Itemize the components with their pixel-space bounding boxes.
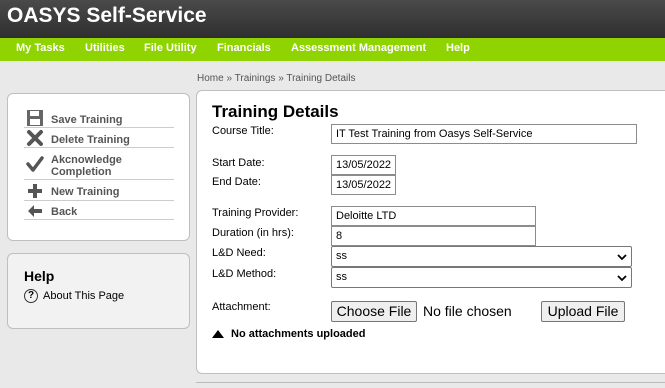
delete-training-label: Delete Training — [51, 134, 130, 146]
delete-icon — [27, 130, 43, 146]
delete-training-button[interactable]: Delete Training — [24, 129, 174, 148]
save-training-label: Save Training — [51, 114, 123, 126]
training-provider-label: Training Provider: — [212, 207, 299, 219]
duration-field[interactable]: 8 — [331, 226, 536, 246]
attachment-label: Attachment: — [212, 301, 271, 313]
breadcrumb-separator: » — [278, 73, 284, 84]
save-icon — [27, 110, 43, 126]
nav-item-utilities[interactable]: Utilities — [85, 42, 125, 54]
breadcrumb: Home » Trainings » Training Details — [197, 73, 355, 84]
course-title-field[interactable]: IT Test Training from Oasys Self-Service — [331, 124, 637, 144]
start-date-field[interactable]: 13/05/2022 — [331, 155, 396, 175]
save-training-button[interactable]: Save Training — [24, 109, 174, 128]
breadcrumb-home[interactable]: Home — [197, 73, 224, 84]
course-title-label: Course Title: — [212, 125, 274, 137]
plus-icon — [28, 184, 42, 198]
duration-label: Duration (in hrs): — [212, 227, 294, 239]
no-file-chosen-text: No file chosen — [423, 303, 512, 319]
main-nav: My Tasks Utilities File Utility Financia… — [0, 38, 665, 61]
back-label: Back — [51, 206, 78, 218]
choose-file-button[interactable]: Choose File — [331, 301, 417, 322]
end-date-label: End Date: — [212, 176, 261, 188]
new-training-button[interactable]: New Training — [24, 182, 174, 201]
checkmark-icon — [26, 156, 44, 172]
divider — [196, 382, 665, 383]
back-button[interactable]: Back — [24, 202, 174, 220]
no-attachments-text: No attachments uploaded — [231, 328, 366, 340]
start-date-label: Start Date: — [212, 157, 265, 169]
page-title: Training Details — [212, 102, 339, 121]
triangle-up-icon — [212, 330, 224, 338]
acknowledge-completion-button[interactable]: Akcnowledge Completion — [24, 151, 174, 180]
nav-item-assessment-management[interactable]: Assessment Management — [291, 42, 426, 54]
question-icon: ? — [24, 289, 38, 303]
ld-need-select[interactable]: ss — [331, 246, 632, 267]
training-details-panel: Training Details Course Title: IT Test T… — [196, 90, 665, 374]
acknowledge-label-line2: Completion — [51, 166, 112, 178]
acknowledge-label-line1: Akcnowledge — [51, 154, 122, 166]
chevron-down-icon — [617, 254, 627, 261]
new-training-label: New Training — [51, 186, 120, 198]
end-date-field[interactable]: 13/05/2022 — [331, 175, 396, 195]
breadcrumb-current: Training Details — [286, 73, 356, 84]
ld-method-select[interactable]: ss — [331, 267, 632, 288]
help-title: Help — [24, 268, 55, 284]
actions-panel: Save Training Delete Training Akcnowledg… — [7, 93, 190, 241]
nav-item-my-tasks[interactable]: My Tasks — [16, 42, 65, 54]
help-panel: Help ? About This Page — [7, 253, 190, 329]
about-this-page-label: About This Page — [43, 290, 125, 302]
breadcrumb-trainings[interactable]: Trainings — [235, 73, 276, 84]
nav-item-file-utility[interactable]: File Utility — [144, 42, 197, 54]
upload-file-button[interactable]: Upload File — [541, 301, 625, 322]
app-header: OASYS Self-Service — [0, 0, 665, 38]
training-provider-field[interactable]: Deloitte LTD — [331, 206, 536, 226]
breadcrumb-separator: » — [226, 73, 233, 84]
app-title: OASYS Self-Service — [7, 4, 207, 27]
ld-need-value: ss — [336, 250, 347, 262]
ld-method-label: L&D Method: — [212, 268, 277, 280]
ld-need-label: L&D Need: — [212, 247, 266, 259]
chevron-down-icon — [617, 275, 627, 282]
nav-item-financials[interactable]: Financials — [217, 42, 271, 54]
ld-method-value: ss — [336, 271, 347, 283]
nav-item-help[interactable]: Help — [446, 42, 470, 54]
back-arrow-icon — [28, 205, 42, 217]
